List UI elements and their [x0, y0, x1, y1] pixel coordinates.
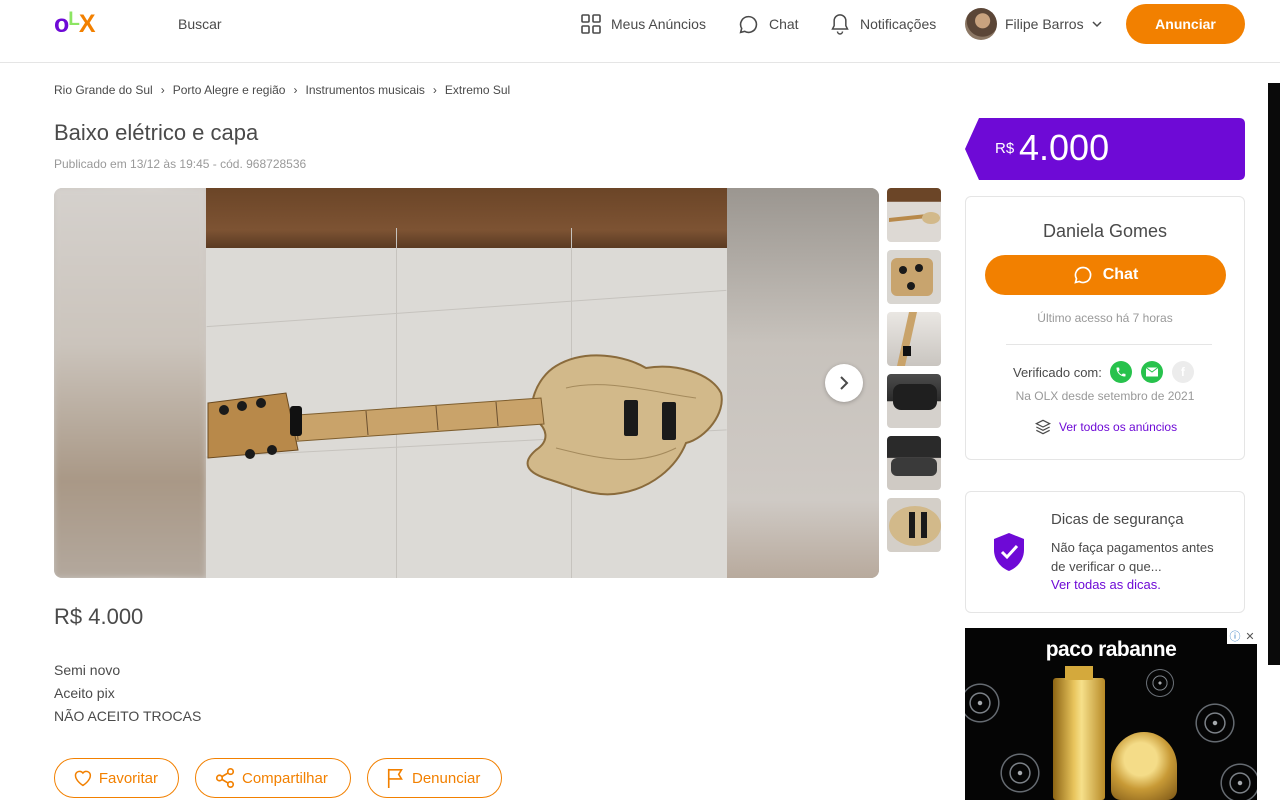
bass-thumbnail-image: [889, 212, 940, 224]
seller-chat-button[interactable]: Chat: [985, 255, 1226, 295]
notifications-label: Notificações: [860, 16, 937, 32]
breadcrumb: Rio Grande do Sul › Porto Alegre e regiã…: [54, 83, 510, 97]
snowflake-decoration: [1135, 658, 1185, 708]
verified-label: Verificado com:: [1013, 364, 1102, 380]
seller-chat-label: Chat: [1102, 266, 1139, 283]
heart-icon: [74, 770, 92, 787]
description-line: NÃO ACEITO TROCAS: [54, 708, 202, 724]
notifications-link[interactable]: Notificações: [830, 12, 936, 36]
listing-title: Baixo elétrico e capa: [54, 120, 259, 145]
share-label: Compartilhar: [242, 769, 328, 787]
chat-link[interactable]: Chat: [738, 12, 799, 36]
user-menu[interactable]: Filipe Barros: [965, 8, 1102, 40]
price-currency: R$: [995, 140, 1015, 157]
top-header: oLX Buscar Meus Anúncios Chat Notificaçõ…: [0, 0, 1280, 63]
perfume-bottle-image: [1053, 666, 1105, 800]
see-all-ads-link[interactable]: Ver todos os anúncios: [1035, 419, 1177, 435]
divider: [1006, 344, 1212, 345]
breadcrumb-item[interactable]: Instrumentos musicais: [305, 83, 424, 97]
layers-icon: [1035, 419, 1051, 435]
chevron-right-icon: [840, 376, 849, 390]
favorite-button[interactable]: Favoritar: [54, 758, 179, 798]
search-link[interactable]: Buscar: [178, 16, 222, 32]
phone-icon: [1109, 361, 1132, 383]
chevron-right-icon: ›: [432, 83, 437, 97]
post-ad-button[interactable]: Anunciar: [1126, 4, 1245, 44]
chat-label: Chat: [769, 16, 799, 32]
listing-actions: Favoritar Compartilhar Denunciar: [54, 758, 518, 798]
flag-icon: [387, 768, 403, 788]
thumbnail-strip: [887, 188, 941, 560]
chevron-right-icon: ›: [160, 83, 165, 97]
price-value: 4.000: [1019, 127, 1110, 168]
ad-info-icon[interactable]: ⓘ ✕: [1227, 628, 1257, 644]
neck-thumbnail-image: [897, 312, 917, 366]
thumbnail[interactable]: [887, 312, 941, 366]
thumbnail[interactable]: [887, 374, 941, 428]
snowflake-decoration: [965, 668, 1015, 738]
thumbnail[interactable]: [887, 188, 941, 242]
advertisement-banner[interactable]: paco rabanne ⓘ ✕: [965, 628, 1257, 800]
favorite-label: Favoritar: [98, 769, 158, 787]
report-button[interactable]: Denunciar: [367, 758, 502, 798]
email-icon: [1140, 361, 1163, 383]
image-gallery[interactable]: [54, 188, 879, 578]
thumbnail[interactable]: [887, 250, 941, 304]
last-access: Último acesso há 7 horas: [1037, 311, 1173, 325]
olx-logo[interactable]: oLX: [54, 9, 104, 38]
breadcrumb-item[interactable]: Extremo Sul: [445, 83, 510, 97]
share-button[interactable]: Compartilhar: [195, 758, 351, 798]
perfume-bottle-image: [1111, 732, 1177, 800]
safety-tips-link[interactable]: Ver todas as dicas.: [1051, 577, 1161, 592]
facebook-icon: f: [1171, 361, 1194, 383]
chevron-right-icon: ›: [293, 83, 298, 97]
member-since: Na OLX desde setembro de 2021: [1015, 389, 1195, 403]
see-all-ads-label: Ver todos os anúncios: [1059, 420, 1178, 434]
gallery-blur-left: [54, 188, 206, 578]
my-ads-link[interactable]: Meus Anúncios: [581, 12, 706, 36]
thumbnail[interactable]: [887, 498, 941, 552]
body-thumbnail-image: [889, 506, 941, 546]
verified-row: Verificado com: f: [1013, 361, 1203, 383]
avatar: [965, 8, 997, 40]
safety-tips-card: Dicas de segurança Não faça pagamentos a…: [965, 491, 1245, 613]
bell-icon: [831, 14, 849, 35]
listing-meta: Publicado em 13/12 às 19:45 - cód. 96872…: [54, 157, 307, 171]
description-line: Semi novo: [54, 662, 121, 678]
my-ads-label: Meus Anúncios: [611, 16, 706, 32]
listing-description: Semi novo Aceito pix NÃO ACEITO TROCAS: [54, 659, 201, 728]
thumbnail[interactable]: [887, 436, 941, 490]
case-thumbnail-image: [891, 458, 937, 476]
grid-icon: [581, 14, 601, 34]
chevron-down-icon: [1092, 20, 1102, 27]
report-label: Denunciar: [412, 769, 481, 787]
safety-title: Dicas de segurança: [1051, 511, 1184, 528]
breadcrumb-item[interactable]: Rio Grande do Sul: [54, 83, 153, 97]
user-name: Filipe Barros: [1005, 16, 1084, 32]
chat-bubble-icon: [1074, 266, 1092, 284]
gallery-next-button[interactable]: [825, 364, 863, 402]
ad-brand: paco rabanne: [1045, 638, 1177, 661]
seller-name: Daniela Gomes: [1042, 221, 1168, 241]
price-banner: R$ 4.000: [965, 118, 1245, 180]
shield-check-icon: [994, 533, 1024, 571]
snowflake-decoration: [985, 738, 1055, 800]
side-ad-strip-bottom: [1268, 665, 1280, 800]
description-line: Aceito pix: [54, 685, 115, 701]
safety-text: Não faça pagamentos antes de verificar o…: [1051, 540, 1214, 574]
chat-bubble-icon: [739, 15, 758, 33]
seller-card: Daniela Gomes Chat Último acesso há 7 ho…: [965, 196, 1245, 460]
listing-price: R$ 4.000: [54, 604, 144, 629]
main-photo[interactable]: [206, 188, 727, 578]
share-icon: [215, 768, 235, 788]
bass-guitar-image: [207, 354, 723, 496]
headstock-thumbnail-image: [891, 258, 933, 296]
breadcrumb-item[interactable]: Porto Alegre e região: [173, 83, 286, 97]
side-ad-strip: [1268, 83, 1280, 665]
case-thumbnail-image: [893, 384, 937, 410]
